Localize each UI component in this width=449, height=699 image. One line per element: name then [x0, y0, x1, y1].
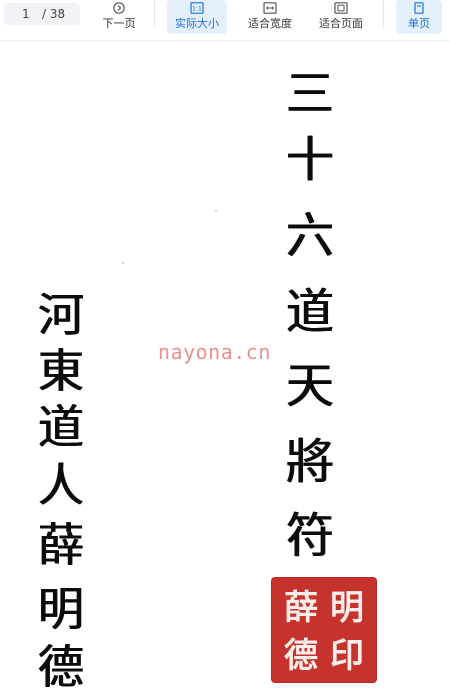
- svg-text:1:1: 1:1: [192, 6, 202, 13]
- author-char: 人: [38, 458, 84, 512]
- chevron-right-circle-icon: [113, 2, 125, 14]
- actual-size-icon: 1:1: [190, 2, 204, 14]
- author-char: 東: [38, 344, 84, 398]
- title-char: 符: [286, 508, 335, 564]
- paper-speck: [122, 262, 124, 264]
- author-char: 德: [38, 640, 84, 694]
- author-char: 道: [38, 400, 84, 454]
- fit-page-icon: [334, 2, 348, 14]
- title-char: 道: [286, 284, 335, 340]
- seal-char: 薛: [284, 588, 318, 628]
- total-pages: / 38: [42, 7, 66, 21]
- single-page-button[interactable]: 单页: [396, 0, 442, 34]
- current-page-number[interactable]: 1: [22, 3, 30, 25]
- title-char: 六: [286, 208, 335, 264]
- actual-size-button[interactable]: 1:1 实际大小: [167, 0, 227, 34]
- pdf-viewer-toolbar: 1 / 38 下一页 1:1 实际大小 适合宽度 适合页面 单页: [0, 0, 449, 41]
- single-page-label: 单页: [408, 17, 430, 30]
- fit-width-icon: [263, 2, 277, 14]
- seal-char: 德: [284, 636, 318, 676]
- seal-char: 明: [330, 588, 364, 628]
- title-char: 三: [286, 66, 335, 122]
- title-char: 天: [286, 358, 335, 414]
- next-page-label: 下一页: [102, 17, 136, 30]
- page-indicator[interactable]: 1 / 38: [4, 3, 80, 25]
- title-char: 將: [286, 434, 335, 490]
- fit-page-button[interactable]: 适合页面: [311, 0, 371, 34]
- red-seal-stamp: 薛 明 德 印: [272, 578, 376, 682]
- document-page: 三 十 六 道 天 將 符 河 東 道 人 薛 明 德 nayona.cn 薛 …: [0, 40, 449, 699]
- next-page-button[interactable]: 下一页: [95, 0, 143, 34]
- toolbar-divider: [383, 0, 384, 28]
- paper-speck: [215, 210, 217, 212]
- actual-size-label: 实际大小: [175, 17, 219, 30]
- single-page-icon: [414, 2, 424, 14]
- watermark-text: nayona.cn: [158, 340, 271, 364]
- title-char: 十: [286, 132, 335, 188]
- author-char: 明: [38, 582, 84, 636]
- toolbar-divider: [154, 0, 155, 28]
- author-char: 薛: [38, 518, 84, 572]
- fit-width-button[interactable]: 适合宽度: [240, 0, 300, 34]
- fit-page-label: 适合页面: [319, 17, 363, 30]
- seal-char: 印: [330, 636, 364, 676]
- fit-width-label: 适合宽度: [248, 17, 292, 30]
- author-char: 河: [38, 288, 84, 342]
